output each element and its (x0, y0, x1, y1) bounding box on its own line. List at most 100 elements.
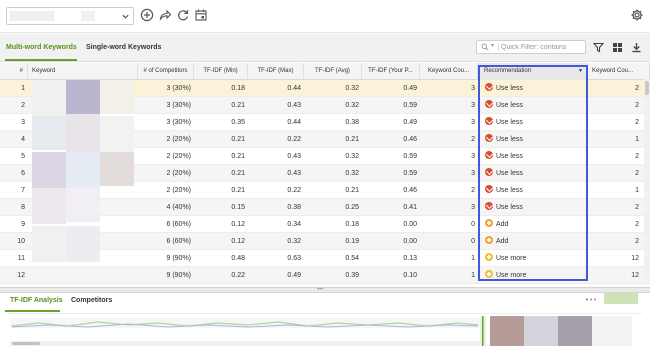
cell-tfidf-max: 0.38 (287, 204, 301, 211)
cell-tfidf-yours: 0.46 (403, 136, 417, 143)
cell-tfidf-avg: 0.18 (345, 221, 359, 228)
table-row[interactable]: 7 2 (20%) 0.21 0.22 0.21 0.46 2 1 Use less (0, 182, 650, 199)
refresh-icon[interactable] (176, 8, 190, 22)
download-icon[interactable] (631, 42, 642, 53)
column-header-tfidf-yours[interactable]: TF-IDF (Your P... (362, 63, 420, 80)
column-header-keyword[interactable]: Keyword (28, 63, 138, 80)
recommendation-label: Use less (496, 119, 523, 126)
cell-tfidf-yours: 0.00 (403, 221, 417, 228)
column-header-tfidf-max[interactable]: TF-IDF (Max) (248, 63, 304, 80)
cell-keyword-count: 2 (471, 187, 475, 194)
cell-keyword-count-2: 2 (635, 153, 639, 160)
quick-filter[interactable]: ▾ (476, 40, 586, 54)
cell-number: 11 (17, 255, 25, 262)
cell-keyword-count: 3 (471, 153, 475, 160)
quick-filter-input[interactable] (501, 42, 585, 52)
column-header-recommendation[interactable]: Recommendation ▼ (478, 63, 588, 80)
cell-tfidf-max: 0.43 (287, 170, 301, 177)
cell-number: 9 (21, 221, 25, 228)
gear-icon[interactable] (630, 8, 644, 22)
cell-number: 8 (21, 204, 25, 211)
tab-multi-word-keywords[interactable]: Multi-word Keywords (6, 44, 77, 51)
cell-tfidf-yours: 0.49 (403, 85, 417, 92)
table-row[interactable]: 1 3 (30%) 0.18 0.44 0.32 0.49 3 2 Use less (0, 80, 650, 97)
arrow-down-icon (485, 202, 493, 211)
cell-recommendation: Use less (480, 148, 586, 165)
cell-keyword-count-2: 1 (635, 136, 639, 143)
chart-horizontal-scrollbar[interactable] (10, 341, 480, 346)
project-select[interactable] (6, 7, 134, 25)
table-row[interactable]: 12 9 (90%) 0.22 0.49 0.39 0.10 1 12 Use more (0, 267, 650, 284)
column-layout-icon[interactable] (612, 42, 623, 53)
cell-tfidf-max: 0.22 (287, 187, 301, 194)
cell-recommendation: Add (480, 233, 586, 250)
cell-competitors: 6 (60%) (166, 221, 191, 228)
cell-keyword-count-2: 2 (635, 119, 639, 126)
cell-number: 1 (21, 85, 25, 92)
sort-caret-icon: ▼ (578, 68, 583, 74)
table-row[interactable]: 9 6 (60%) 0.12 0.34 0.18 0.00 0 2 Add (0, 216, 650, 233)
table-row[interactable]: 11 9 (90%) 0.48 0.63 0.54 0.13 1 12 Use more (0, 250, 650, 267)
column-header-competitors[interactable]: # of Competitors (138, 63, 194, 80)
cell-tfidf-avg: 0.25 (345, 204, 359, 211)
cell-competitors: 4 (40%) (166, 204, 191, 211)
cell-number: 3 (21, 119, 25, 126)
chart-action-button[interactable] (604, 293, 638, 304)
filter-icon[interactable] (593, 42, 604, 53)
cell-recommendation: Use less (480, 131, 586, 148)
add-circle-icon[interactable] (140, 8, 154, 22)
chevron-down-icon (122, 14, 129, 19)
cell-tfidf-yours: 0.59 (403, 153, 417, 160)
cell-tfidf-min: 0.21 (231, 102, 245, 109)
cell-number: 5 (21, 153, 25, 160)
column-header-tfidf-min[interactable]: TF-IDF (Min) (194, 63, 248, 80)
cell-tfidf-max: 0.32 (287, 238, 301, 245)
table-row[interactable]: 5 2 (20%) 0.21 0.43 0.32 0.59 3 2 Use less (0, 148, 650, 165)
cell-keyword-count-2: 12 (631, 255, 639, 262)
column-header-number[interactable]: # (0, 63, 28, 80)
cell-competitors: 3 (30%) (166, 102, 191, 109)
divider (498, 43, 499, 51)
table-row[interactable]: 6 2 (20%) 0.21 0.43 0.32 0.59 3 2 Use less (0, 165, 650, 182)
filter-mode-caret-icon[interactable]: ▾ (491, 42, 494, 49)
calendar-icon[interactable] (194, 8, 208, 22)
column-header-keyword-count-2[interactable]: Keyword Cou... (588, 63, 650, 80)
cell-tfidf-yours: 0.10 (403, 272, 417, 279)
table-row[interactable]: 2 3 (30%) 0.21 0.43 0.32 0.59 3 2 Use less (0, 97, 650, 114)
cell-number: 2 (21, 102, 25, 109)
table-row[interactable]: 8 4 (40%) 0.15 0.38 0.25 0.41 3 2 Use less (0, 199, 650, 216)
cell-keyword-count-2: 2 (635, 238, 639, 245)
grid-vertical-scrollbar[interactable] (644, 79, 650, 279)
cell-tfidf-yours: 0.59 (403, 102, 417, 109)
table-row[interactable]: 10 6 (60%) 0.12 0.32 0.19 0.00 0 2 Add (0, 233, 650, 250)
cell-tfidf-min: 0.18 (231, 85, 245, 92)
cell-competitors: 3 (30%) (166, 85, 191, 92)
cell-recommendation: Use less (480, 114, 586, 131)
scrollbar-thumb[interactable] (645, 81, 649, 95)
cell-keyword-count-2: 1 (635, 187, 639, 194)
table-row[interactable]: 4 2 (20%) 0.21 0.22 0.21 0.46 2 1 Use less (0, 131, 650, 148)
arrow-down-icon (485, 168, 493, 177)
project-select-value-redacted (10, 11, 54, 21)
cell-tfidf-yours: 0.46 (403, 187, 417, 194)
cell-tfidf-max: 0.49 (287, 272, 301, 279)
recommendation-label: Use less (496, 85, 523, 92)
tab-competitors[interactable]: Competitors (71, 297, 112, 304)
cell-number: 6 (21, 170, 25, 177)
share-icon[interactable] (158, 8, 172, 22)
recommendation-label: Add (496, 238, 509, 245)
column-header-keyword-count[interactable]: Keyword Cou... (420, 63, 478, 80)
arrow-down-icon (485, 100, 493, 109)
cell-tfidf-yours: 0.13 (403, 255, 417, 262)
cell-recommendation: Use more (480, 267, 586, 284)
tab-single-word-keywords[interactable]: Single-word Keywords (86, 44, 161, 51)
cell-tfidf-max: 0.44 (287, 85, 301, 92)
scrollbar-thumb[interactable] (12, 342, 40, 345)
cell-tfidf-min: 0.15 (231, 204, 245, 211)
column-header-tfidf-avg[interactable]: TF-IDF (Avg) (304, 63, 362, 80)
table-row[interactable]: 3 3 (30%) 0.35 0.44 0.38 0.49 3 2 Use less (0, 114, 650, 131)
plus-icon (485, 270, 493, 279)
cell-competitors: 9 (90%) (166, 255, 191, 262)
cell-tfidf-avg: 0.54 (345, 255, 359, 262)
tab-tfidf-analysis[interactable]: TF-IDF Analysis (10, 297, 63, 304)
